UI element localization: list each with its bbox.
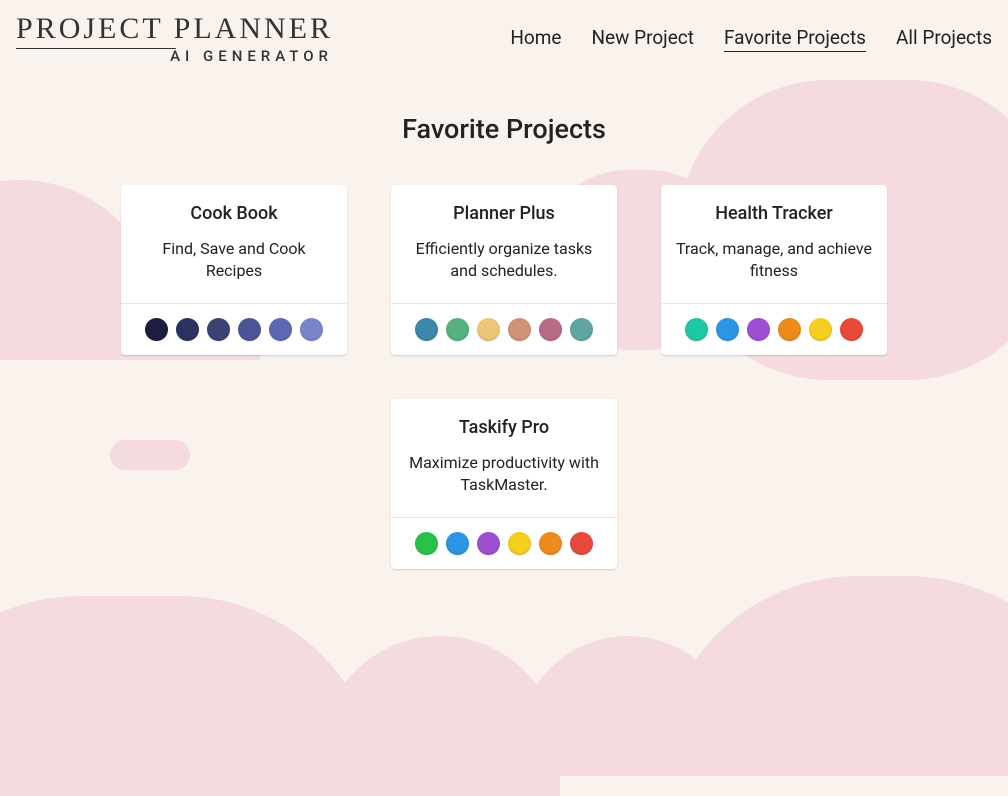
nav-link-favorite-projects[interactable]: Favorite Projects xyxy=(724,26,866,52)
project-card-taskify-pro[interactable]: Taskify Pro Maximize productivity with Ta… xyxy=(391,399,617,569)
color-swatch xyxy=(840,318,863,341)
card-body: Planner Plus Efficiently organize tasks a… xyxy=(391,185,617,303)
card-title: Health Tracker xyxy=(673,203,875,224)
card-body: Cook Book Find, Save and Cook Recipes xyxy=(121,185,347,303)
color-swatch xyxy=(415,532,438,555)
logo-subtitle: AI GENERATOR xyxy=(16,47,333,65)
project-card-planner-plus[interactable]: Planner Plus Efficiently organize tasks a… xyxy=(391,185,617,355)
color-swatch xyxy=(477,532,500,555)
color-swatch xyxy=(508,532,531,555)
card-description: Efficiently organize tasks and schedules… xyxy=(403,238,605,281)
color-swatch xyxy=(747,318,770,341)
color-swatch xyxy=(176,318,199,341)
logo[interactable]: PROJECT PLANNER AI GENERATOR xyxy=(16,12,333,65)
card-title: Planner Plus xyxy=(403,203,605,224)
card-description: Find, Save and Cook Recipes xyxy=(133,238,335,281)
color-swatch xyxy=(778,318,801,341)
card-description: Track, manage, and achieve fitness xyxy=(673,238,875,281)
color-swatch xyxy=(685,318,708,341)
app-header: PROJECT PLANNER AI GENERATOR Home New Pro… xyxy=(0,0,1008,77)
project-card-cook-book[interactable]: Cook Book Find, Save and Cook Recipes xyxy=(121,185,347,355)
color-swatch xyxy=(539,532,562,555)
project-card-health-tracker[interactable]: Health Tracker Track, manage, and achieve… xyxy=(661,185,887,355)
color-swatch xyxy=(716,318,739,341)
color-palette xyxy=(391,303,617,355)
color-swatch xyxy=(570,318,593,341)
color-palette xyxy=(391,517,617,569)
nav-link-home[interactable]: Home xyxy=(510,26,561,52)
page-title: Favorite Projects xyxy=(0,113,1008,145)
color-swatch xyxy=(446,318,469,341)
color-swatch xyxy=(145,318,168,341)
color-swatch xyxy=(269,318,292,341)
color-swatch xyxy=(477,318,500,341)
nav-link-all-projects[interactable]: All Projects xyxy=(896,26,992,52)
color-swatch xyxy=(207,318,230,341)
card-title: Cook Book xyxy=(133,203,335,224)
project-grid: Cook Book Find, Save and Cook Recipes Plan… xyxy=(0,185,1008,569)
color-palette xyxy=(121,303,347,355)
cloud-decoration xyxy=(0,596,380,796)
logo-title: PROJECT PLANNER xyxy=(16,12,333,46)
cloud-decoration xyxy=(658,576,1008,776)
color-palette xyxy=(661,303,887,355)
card-body: Health Tracker Track, manage, and achieve… xyxy=(661,185,887,303)
color-swatch xyxy=(415,318,438,341)
color-swatch xyxy=(446,532,469,555)
main-nav: Home New Project Favorite Projects All Proj… xyxy=(510,26,992,52)
card-title: Taskify Pro xyxy=(403,417,605,438)
color-swatch xyxy=(238,318,261,341)
card-body: Taskify Pro Maximize productivity with Ta… xyxy=(391,399,617,517)
card-description: Maximize productivity with TaskMaster. xyxy=(403,452,605,495)
nav-link-new-project[interactable]: New Project xyxy=(591,26,693,52)
color-swatch xyxy=(809,318,832,341)
color-swatch xyxy=(300,318,323,341)
color-swatch xyxy=(570,532,593,555)
color-swatch xyxy=(539,318,562,341)
color-swatch xyxy=(508,318,531,341)
